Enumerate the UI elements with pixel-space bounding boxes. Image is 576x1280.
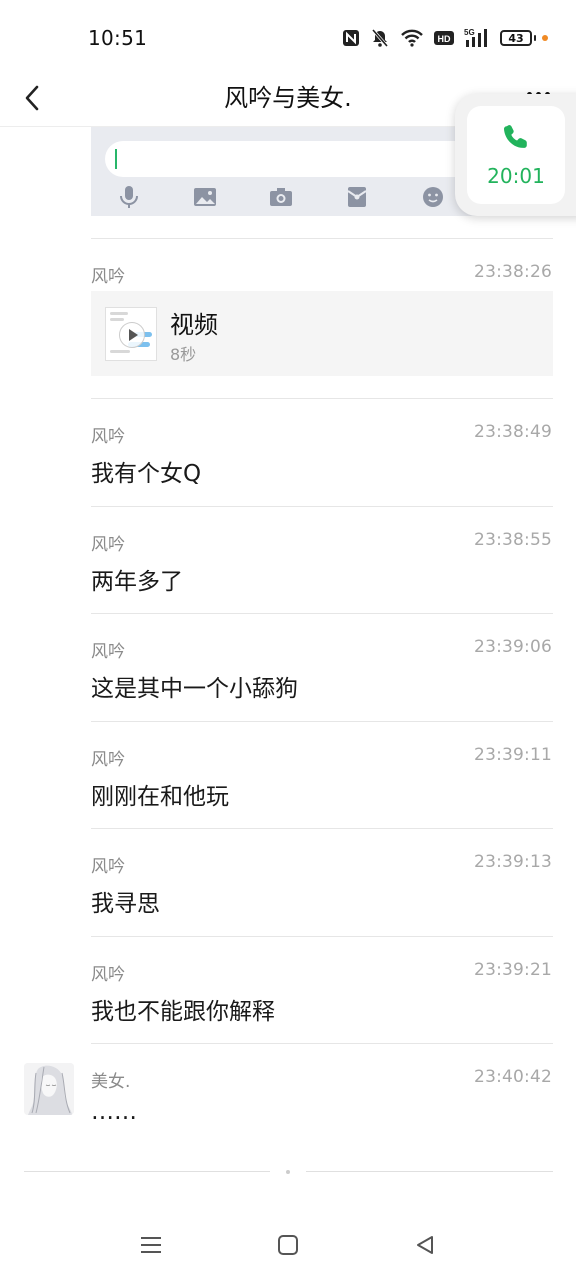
list-item: 风吟 23:39:13 我寻思: [0, 828, 576, 936]
microphone-icon[interactable]: [115, 183, 143, 211]
divider: [91, 613, 553, 614]
input-toolbar: [115, 183, 447, 211]
image-icon[interactable]: [191, 183, 219, 211]
charging-dot-icon: [542, 35, 548, 41]
list-item: 风吟 23:38:49 我有个女Q: [0, 398, 576, 506]
divider: [91, 1043, 553, 1044]
battery-icon: 43: [500, 30, 548, 46]
list-item: 风吟 23:39:06 这是其中一个小舔狗: [0, 613, 576, 721]
divider: [91, 935, 553, 937]
sender-name: 风吟: [91, 267, 125, 287]
play-icon: [119, 322, 145, 348]
bottom-divider-right: [306, 1171, 553, 1172]
ongoing-call-float[interactable]: 20:01: [455, 94, 576, 216]
bottom-divider-left: [24, 1171, 270, 1172]
sender-name: 风吟: [91, 857, 125, 877]
bell-off-icon: [370, 28, 390, 48]
call-duration: 20:01: [487, 164, 545, 188]
divider: [91, 828, 553, 829]
camera-icon[interactable]: [267, 183, 295, 211]
hd-icon: HD: [434, 30, 454, 46]
red-packet-icon[interactable]: [343, 183, 371, 211]
sender-name: 风吟: [91, 964, 125, 985]
home-square-icon[interactable]: [273, 1230, 303, 1260]
message-text: 我有个女Q: [91, 461, 202, 487]
emoji-icon[interactable]: [419, 183, 447, 211]
sender-name: 风吟: [91, 534, 125, 555]
message-time: 23:39:21: [474, 959, 552, 980]
message-time: 23:40:42: [474, 1067, 552, 1087]
message-text: 两年多了: [91, 568, 183, 595]
list-item: 风吟 23:39:11 刚刚在和他玩: [0, 720, 576, 829]
sender-name: 美女.: [91, 1072, 131, 1092]
status-bar: 10:51 HD 5G 43: [0, 0, 576, 76]
divider: [91, 505, 553, 507]
divider: [91, 398, 553, 399]
text-cursor: [115, 149, 117, 169]
message-time: 23:38:55: [474, 529, 552, 550]
svg-text:HD: HD: [438, 34, 451, 44]
video-thumbnail: [105, 307, 157, 361]
list-item: 风吟 23:38:55 两年多了: [0, 505, 576, 614]
avatar[interactable]: [24, 1063, 74, 1115]
video-message[interactable]: 视频 8秒: [91, 291, 553, 376]
list-item: 风吟 23:39:21 我也不能跟你解释: [0, 935, 576, 1044]
message-text: 我寻思: [91, 891, 160, 917]
message-time: 23:38:49: [474, 422, 552, 442]
signal-5g-icon: 5G: [464, 27, 490, 49]
loading-dot: [286, 1170, 290, 1174]
message-time: 23:38:26: [474, 262, 552, 282]
message-text: 这是其中一个小舔狗: [91, 676, 298, 702]
video-duration: 8秒: [170, 345, 197, 364]
list-item: 风吟 23:38:26 视频 8秒: [0, 238, 576, 398]
status-icons: HD 5G 43: [342, 26, 548, 50]
message-time: 23:39:11: [474, 744, 552, 765]
sender-name: 风吟: [91, 427, 125, 447]
battery-level: 43: [500, 30, 532, 46]
chat-screen: 10:51 HD 5G 43 风吟与美女. 20:01 风吟 23:38:26 …: [0, 0, 576, 1280]
list-item: 美女. 23:40:42 ……: [0, 1043, 576, 1153]
phone-icon: [503, 125, 527, 148]
video-title: 视频: [170, 311, 218, 339]
message-list: 风吟 23:38:26 视频 8秒 风吟 23:38:49 我有个女Q 风吟 2…: [0, 238, 576, 1153]
back-triangle-icon[interactable]: [410, 1230, 440, 1260]
sender-name: 风吟: [91, 642, 125, 662]
nfc-icon: [342, 29, 360, 47]
message-time: 23:39:06: [474, 637, 552, 657]
divider: [91, 238, 553, 239]
message-time: 23:39:13: [474, 852, 552, 872]
status-time: 10:51: [88, 26, 148, 50]
wifi-icon: [400, 29, 424, 47]
sender-name: 风吟: [91, 749, 125, 770]
svg-text:5G: 5G: [464, 28, 475, 37]
menu-icon[interactable]: [136, 1230, 166, 1260]
call-card: 20:01: [467, 106, 565, 204]
message-text: 我也不能跟你解释: [91, 998, 275, 1025]
message-text: 刚刚在和他玩: [91, 783, 229, 810]
system-navigation-bar: [0, 1210, 576, 1280]
message-text: ……: [91, 1099, 137, 1125]
divider: [91, 720, 553, 722]
